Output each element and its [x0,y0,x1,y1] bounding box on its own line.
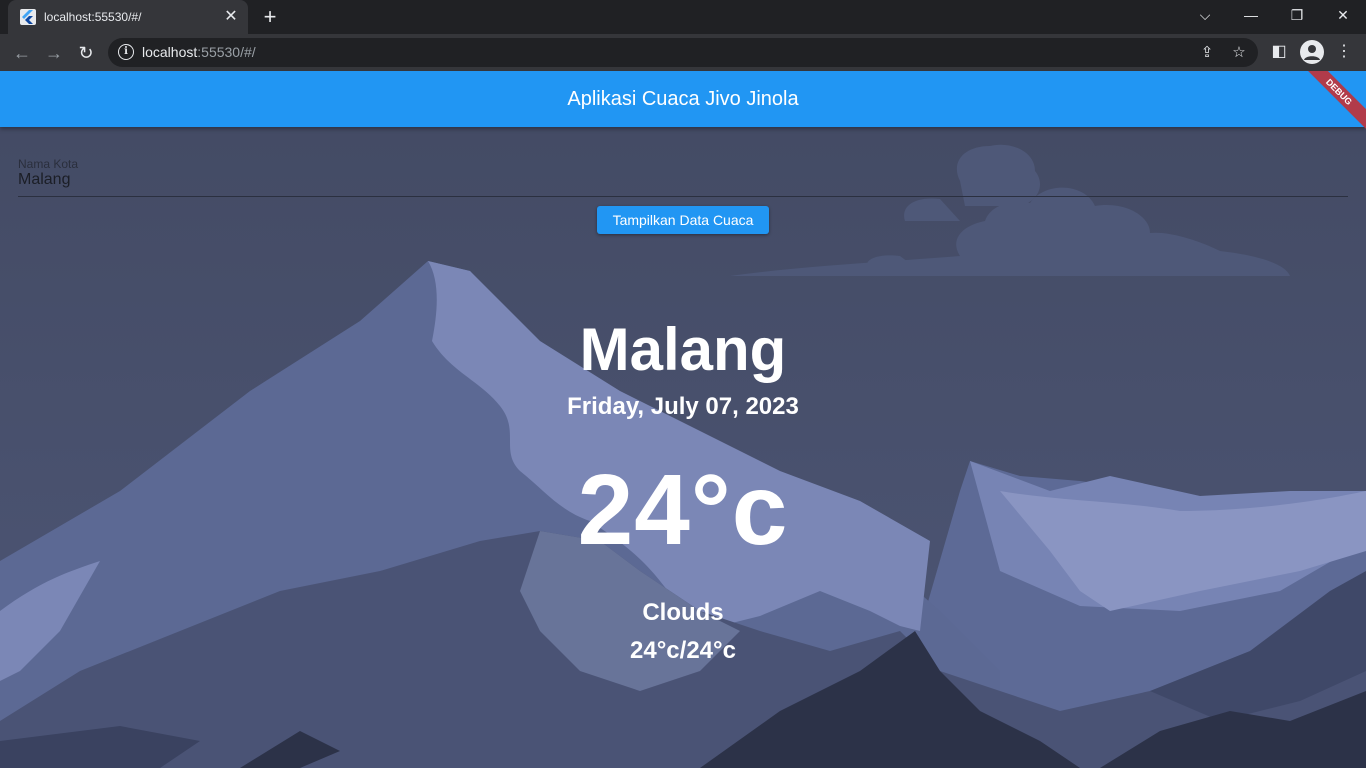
tab-title: localhost:55530/#/ [44,10,142,24]
share-icon[interactable]: ⇪ [1196,42,1218,64]
close-window-icon[interactable]: ✕ [1320,0,1366,30]
profile-avatar-icon[interactable] [1300,40,1324,64]
browser-tab[interactable]: localhost:55530/#/ ✕ [8,0,248,34]
app-title: Aplikasi Cuaca Jivo Jinola [567,88,799,110]
tab-close-icon[interactable]: ✕ [222,8,240,26]
restore-icon[interactable]: ❐ [1274,0,1320,30]
flutter-favicon-icon [20,9,36,25]
browser-tabstrip: localhost:55530/#/ ✕ + ⌵ — ❐ ✕ [0,0,1366,34]
weather-date: Friday, July 07, 2023 [567,393,799,420]
weather-description: Clouds [642,599,724,626]
weather-min-max: 24°c/24°c [630,637,736,664]
app-bar: Aplikasi Cuaca Jivo Jinola [0,71,1366,127]
menu-icon[interactable]: ⋮ [1332,40,1356,64]
forward-icon[interactable]: → [40,39,68,67]
new-tab-icon[interactable]: + [258,5,282,29]
minimize-icon[interactable]: — [1228,0,1274,30]
back-icon[interactable]: ← [8,39,36,67]
app-viewport: Aplikasi Cuaca Jivo Jinola DEBUG Nama Ko… [0,71,1366,768]
fetch-weather-button[interactable]: Tampilkan Data Cuaca [597,206,769,234]
weather-temperature: 24°c [577,454,789,566]
reload-icon[interactable]: ↻ [72,39,100,67]
city-input[interactable]: Nama Kota Malang [18,155,1348,197]
site-info-icon[interactable]: i [118,44,134,60]
browser-toolbar: ← → ↻ i localhost:55530/#/ ⇪ ☆ ◧ ⋮ [0,34,1366,71]
weather-city: Malang [579,316,787,383]
address-bar[interactable]: i localhost:55530/#/ ⇪ ☆ [108,38,1258,67]
bookmark-star-icon[interactable]: ☆ [1228,42,1250,64]
address-url[interactable]: localhost:55530/#/ [142,44,256,60]
city-input-label: Nama Kota [18,157,79,171]
tab-search-icon[interactable]: ⌵ [1182,0,1228,30]
side-panel-icon[interactable]: ◧ [1267,40,1291,64]
city-input-value[interactable]: Malang [18,171,70,189]
